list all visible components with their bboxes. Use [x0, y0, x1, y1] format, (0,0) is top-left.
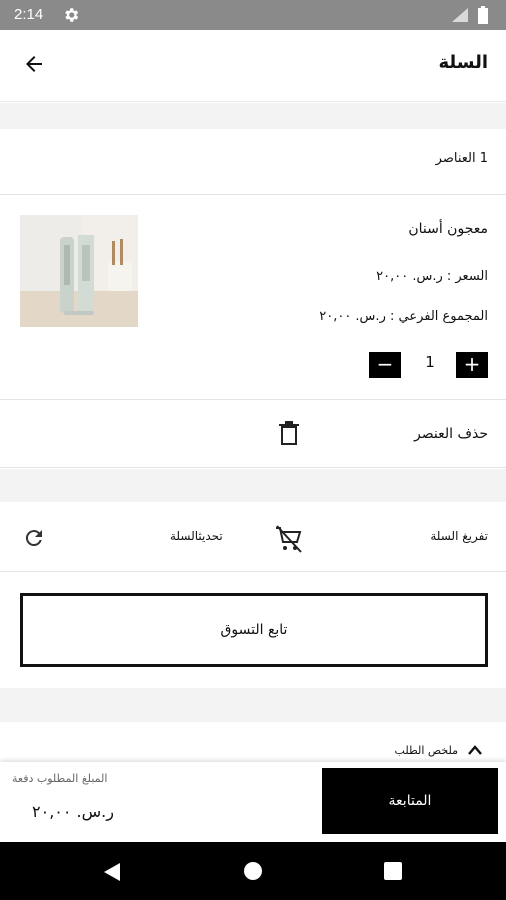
nav-recents-icon[interactable] — [384, 862, 402, 880]
continue-shopping-label: تابع التسوق — [220, 622, 288, 638]
quantity-value: 1 — [425, 353, 435, 371]
page-title: السلة — [438, 52, 488, 73]
product-price: السعر : ر.س. ٢٠,٠٠ — [376, 269, 488, 284]
items-count-row: 1 العناصر — [0, 129, 506, 195]
update-cart-button[interactable]: تحديثالسلة — [170, 529, 223, 543]
toothpaste-image — [20, 215, 138, 327]
amount-due-label: المبلغ المطلوب دفعة — [12, 772, 108, 785]
order-summary-toggle[interactable]: ملخص الطلب — [0, 722, 506, 762]
section-gap — [0, 469, 506, 502]
battery-icon — [478, 6, 488, 24]
arrow-left-icon[interactable] — [22, 52, 46, 76]
product-name: معجون أسنان — [408, 221, 488, 237]
app-bar: السلة — [0, 30, 506, 102]
section-gap — [0, 103, 506, 129]
trash-icon[interactable] — [278, 420, 300, 446]
items-count: 1 العناصر — [435, 151, 488, 166]
signal-icon — [452, 8, 468, 22]
empty-cart-button[interactable]: تفريغ السلة — [430, 529, 488, 543]
remove-item-row[interactable]: حذف العنصر — [0, 400, 506, 468]
cart-item: معجون أسنان السعر : ر.س. ٢٠,٠٠ المجموع ا… — [0, 195, 506, 400]
product-subtotal: المجموع الفرعي : ر.س. ٢٠,٠٠ — [319, 309, 488, 324]
cart-actions-row: تحديثالسلة تفريغ السلة — [0, 502, 506, 572]
section-gap — [0, 688, 506, 722]
chevron-up-icon[interactable] — [468, 744, 482, 756]
settings-gear-icon — [65, 8, 79, 22]
system-nav-bar — [0, 842, 506, 900]
refresh-icon[interactable] — [22, 526, 46, 550]
checkout-bar: المبلغ المطلوب دفعة ر.س. ٢٠,٠٠ المتابعة — [0, 762, 506, 842]
continue-shopping-button[interactable]: تابع التسوق — [20, 593, 488, 667]
order-summary-label: ملخص الطلب — [394, 744, 458, 757]
remove-item-label[interactable]: حذف العنصر — [414, 426, 488, 442]
amount-due-value: ر.س. ٢٠,٠٠ — [32, 802, 114, 821]
status-time: 2:14 — [14, 6, 44, 23]
product-image[interactable] — [20, 215, 138, 327]
status-bar: 2:14 — [0, 0, 506, 30]
decrease-quantity-button[interactable]: − — [369, 352, 401, 378]
cart-remove-icon[interactable] — [274, 524, 304, 554]
nav-home-icon[interactable] — [243, 861, 263, 881]
increase-quantity-button[interactable]: + — [456, 352, 488, 378]
nav-back-icon[interactable] — [102, 862, 122, 882]
checkout-button[interactable]: المتابعة — [322, 768, 498, 834]
